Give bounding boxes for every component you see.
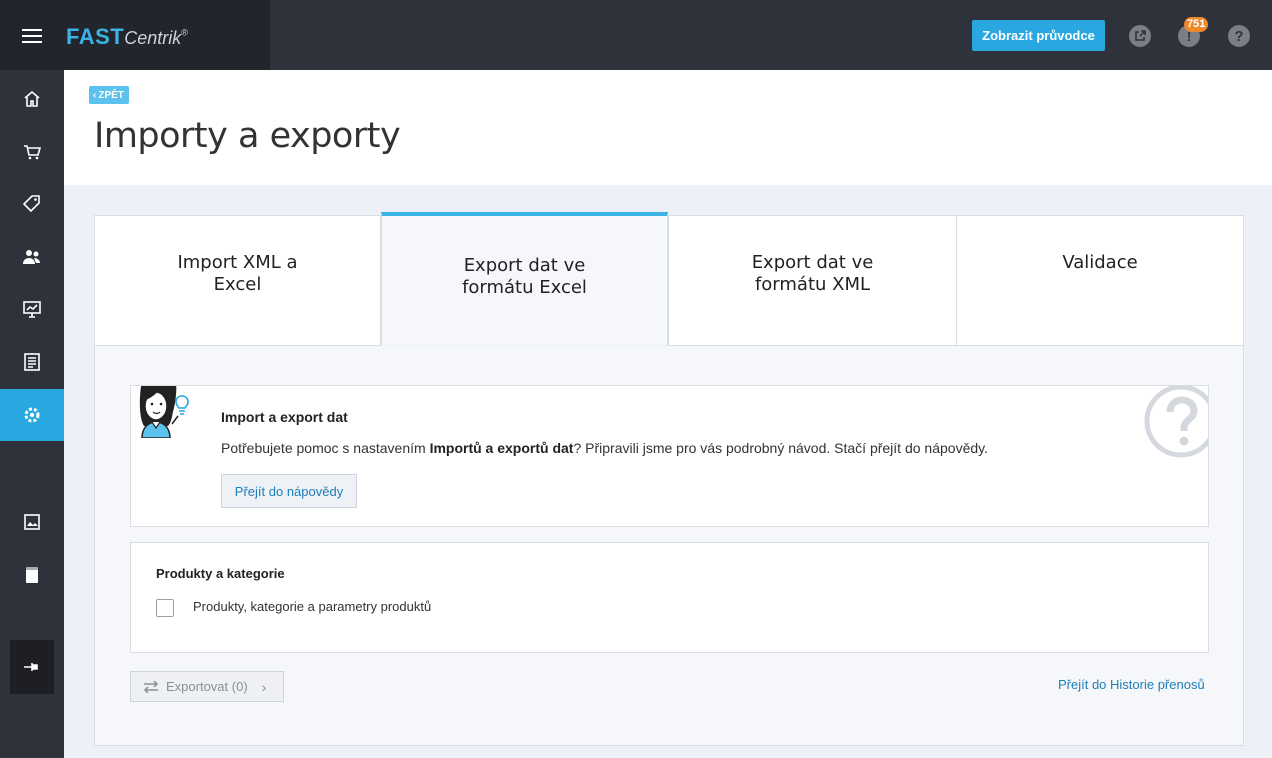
notification-badge: 751 — [1184, 17, 1209, 32]
export-button[interactable]: Exportovat (0) › — [130, 671, 284, 702]
guide-button[interactable]: Zobrazit průvodce — [972, 20, 1105, 51]
tag-icon — [22, 195, 40, 213]
help-box: Import a export dat Potřebujete pomoc s … — [130, 385, 1209, 527]
sidebar-item-statistics[interactable] — [0, 283, 64, 335]
products-section: Produkty a kategorie Produkty, kategorie… — [130, 542, 1209, 653]
cart-icon — [24, 145, 42, 160]
open-help-button[interactable]: Přejít do nápovědy — [221, 474, 357, 508]
top-bar: FASTCentrik® Zobrazit průvodce ! 751 ? — [0, 0, 1272, 70]
sidebar — [0, 70, 64, 758]
document-icon — [24, 353, 40, 371]
sidebar-item-home[interactable] — [0, 73, 64, 125]
menu-icon[interactable] — [22, 29, 42, 43]
export-button-label: Exportovat (0) — [166, 679, 248, 694]
help-icon[interactable]: ? — [1228, 25, 1250, 47]
tab-validation[interactable]: Validace — [956, 215, 1244, 346]
sidebar-item-settings[interactable] — [0, 389, 64, 441]
logo-mark: ® — [181, 27, 189, 38]
pin-icon — [24, 663, 38, 671]
tab-label: Validace — [1062, 252, 1138, 273]
tab-label: Export dat ve formátu XML — [751, 252, 874, 295]
sidebar-item-gallery[interactable] — [0, 496, 64, 548]
tab-export-excel[interactable]: Export dat ve formátu Excel — [381, 212, 668, 345]
help-text-start: Potřebujete pomoc s nastavením — [221, 440, 430, 456]
question-mark-icon — [1144, 386, 1208, 458]
stats-icon — [23, 301, 41, 318]
home-icon — [24, 90, 40, 107]
help-text-end: ? Připravili jsme pro vás podrobný návod… — [573, 440, 988, 456]
sidebar-item-book[interactable] — [0, 549, 64, 601]
external-link-icon[interactable] — [1129, 25, 1151, 47]
help-text-bold: Importů a exportů dat — [429, 440, 574, 456]
chevron-left-icon: ‹ — [93, 89, 97, 101]
sidebar-item-products[interactable] — [0, 178, 64, 230]
sidebar-item-orders[interactable] — [0, 126, 64, 178]
logo[interactable]: FASTCentrik® — [66, 24, 188, 50]
sidebar-item-content[interactable] — [0, 336, 64, 388]
back-button[interactable]: ‹ ZPĚT — [89, 86, 129, 104]
assistant-illustration — [139, 386, 189, 438]
settings-icon — [24, 407, 40, 423]
users-icon — [23, 250, 40, 264]
gallery-icon — [24, 514, 40, 530]
logo-sub: Centrik — [124, 28, 182, 48]
help-text: Potřebujete pomoc s nastavením Importů a… — [221, 440, 988, 456]
logo-area: FASTCentrik® — [0, 0, 270, 70]
tab-import-xml-excel[interactable]: Import XML a Excel — [94, 215, 381, 346]
tab-label: Export dat ve formátu Excel — [462, 255, 587, 298]
pin-button[interactable] — [10, 640, 54, 694]
book-icon — [26, 567, 38, 583]
chevron-right-icon: › — [261, 678, 267, 695]
products-title: Produkty a kategorie — [156, 566, 285, 581]
history-link[interactable]: Přejít do Historie přenosů — [1058, 677, 1205, 692]
help-title: Import a export dat — [221, 409, 348, 425]
products-checkbox[interactable] — [156, 599, 174, 617]
sidebar-item-customers[interactable] — [0, 231, 64, 283]
page-title: Importy a exporty — [94, 116, 401, 156]
page-header: ‹ ZPĚT Importy a exporty — [64, 70, 1272, 185]
transfer-icon — [143, 680, 159, 693]
products-checkbox-label[interactable]: Produkty, kategorie a parametry produktů — [193, 599, 431, 614]
tab-export-xml[interactable]: Export dat ve formátu XML — [668, 215, 957, 346]
back-label: ZPĚT — [98, 89, 124, 101]
logo-main: FAST — [66, 24, 125, 49]
tab-label: Import XML a Excel — [177, 252, 298, 295]
